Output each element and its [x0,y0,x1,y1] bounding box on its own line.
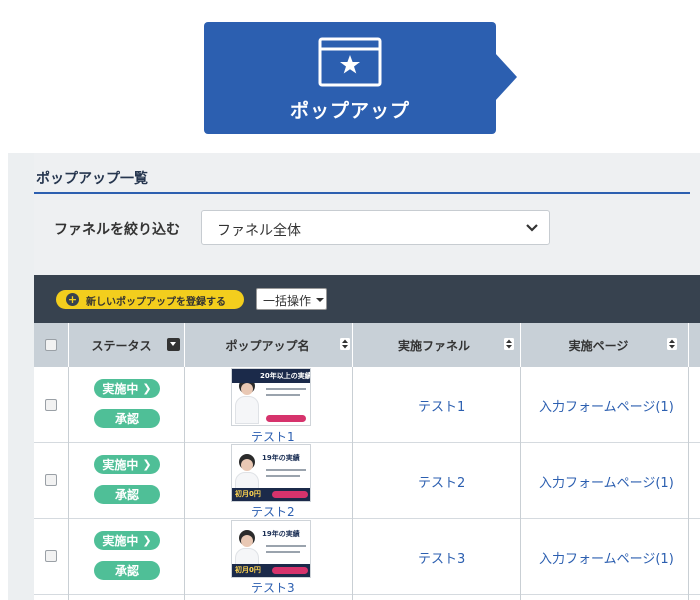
popup-thumbnail[interactable]: 19年の実績 初月0円 [231,520,311,578]
banner-title: ポップアップ [289,100,410,122]
column-divider [68,323,69,367]
funnel-link[interactable]: テスト2 [418,472,465,491]
popup-name-link[interactable]: テスト2 [251,503,295,520]
funnel-filter-select[interactable]: ファネル全体 [201,210,550,245]
row-checkbox[interactable] [45,474,57,486]
status-filter-icon[interactable] [167,338,180,351]
bulk-action-dropdown[interactable]: 一括操作 [256,288,327,310]
table-row [34,595,700,600]
popup-name-link[interactable]: テスト3 [251,579,295,596]
status-badge-active[interactable]: 実施中 ❯ [94,379,160,398]
column-divider [184,367,185,600]
thumbnail-price: 初月0円 [235,566,261,574]
column-divider [352,367,353,600]
popup-thumbnail[interactable]: 19年の実績 初月0円 [231,444,311,502]
banner-arrow [495,53,517,101]
approval-badge[interactable]: 承認 [94,561,160,580]
approval-badge[interactable]: 承認 [94,409,160,428]
funnel-link[interactable]: テスト1 [418,396,465,415]
page-link[interactable]: 入力フォームページ(1) [539,548,674,567]
approval-badge[interactable]: 承認 [94,485,160,504]
chevron-down-icon [526,224,538,232]
section-title: ポップアップ一覧 [36,171,148,187]
column-divider [352,323,353,367]
thumbnail-price: 初月0円 [235,490,261,498]
column-divider [520,323,521,367]
column-divider [688,323,689,367]
thumbnail-headline: 20年以上の実績 [260,372,311,380]
page-link[interactable]: 入力フォームページ(1) [539,396,674,415]
column-divider [688,367,689,600]
funnel-filter-label: ファネルを絞り込む [54,222,180,238]
page-link[interactable]: 入力フォームページ(1) [539,472,674,491]
sort-icon[interactable] [504,338,514,350]
row-checkbox[interactable] [45,550,57,562]
funnel-link[interactable]: テスト3 [418,548,465,567]
column-header-funnel[interactable]: 実施ファネル [353,323,515,367]
sort-icon[interactable] [340,338,350,350]
thumbnail-headline: 19年の実績 [262,530,300,538]
column-divider [68,367,69,600]
bulk-action-label: 一括操作 [263,294,312,308]
column-header-popup-name[interactable]: ポップアップ名 [185,323,350,367]
popup-window-star-icon [318,37,382,87]
column-divider [184,323,185,367]
select-all-checkbox[interactable] [45,339,57,351]
popup-thumbnail[interactable]: 20年以上の実績 [231,368,311,426]
column-header-page[interactable]: 実施ページ [521,323,676,367]
caret-down-icon [316,298,324,302]
plus-icon: + [66,293,79,306]
column-header-status[interactable]: ステータス [69,323,174,367]
funnel-filter-value: ファネル全体 [217,223,301,239]
column-divider [520,367,521,600]
section-divider [34,192,690,194]
status-badge-active[interactable]: 実施中 ❯ [94,455,160,474]
add-popup-label: 新しいポップアップを登録する [86,297,226,308]
add-popup-button[interactable]: + 新しいポップアップを登録する [56,290,244,309]
thumbnail-headline: 19年の実績 [262,454,300,462]
status-badge-active[interactable]: 実施中 ❯ [94,531,160,550]
row-checkbox[interactable] [45,399,57,411]
sort-icon[interactable] [667,338,677,350]
